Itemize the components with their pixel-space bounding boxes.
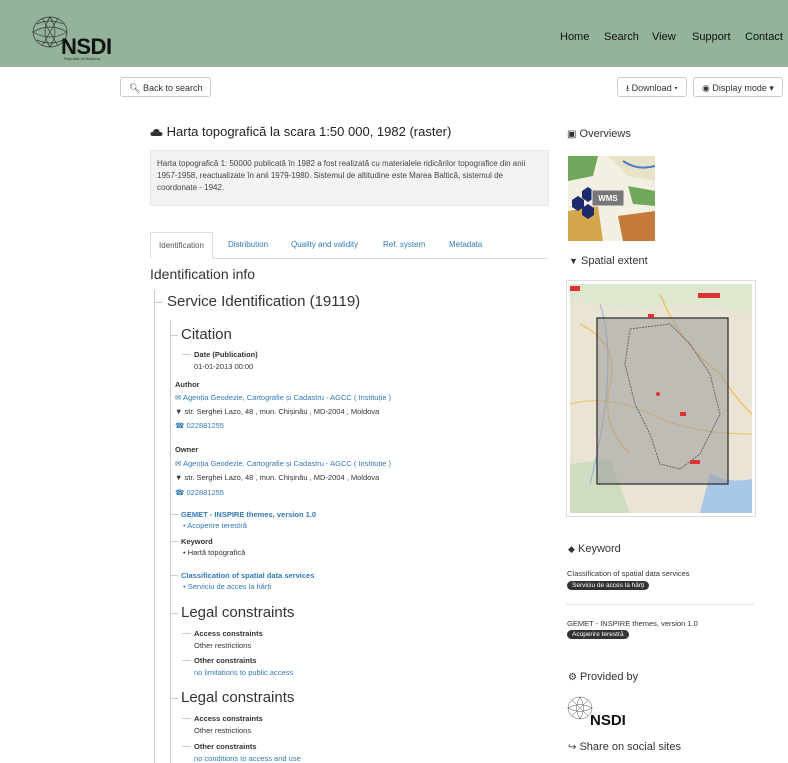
tab-distribution[interactable]: Distribution bbox=[228, 232, 268, 258]
kw-gemet-label: GEMET - INSPIRE themes, version 1.0 bbox=[567, 619, 698, 628]
nav-contact[interactable]: Contact bbox=[745, 31, 783, 43]
owner-org-link[interactable]: ✉ Agenția Geodezie, Cartografie și Cadas… bbox=[175, 459, 391, 468]
download-icon: ⭳ bbox=[626, 83, 630, 93]
nav-home[interactable]: Home bbox=[560, 31, 589, 43]
tab-bar: Identification Distribution Quality and … bbox=[150, 232, 548, 259]
tab-ref-system[interactable]: Ref. system bbox=[383, 232, 425, 258]
kw-classification-badge[interactable]: Serviciu de acces la hărți bbox=[567, 581, 650, 590]
owner-label: Owner bbox=[175, 445, 199, 454]
owner-address: ▼ str. Serghei Lazo, 48 , mun. Chișinău … bbox=[175, 473, 380, 482]
kw-gemet-badge[interactable]: Acoperire terestră bbox=[567, 630, 629, 639]
logo-subtitle: Republic of Moldova bbox=[64, 56, 101, 61]
tree-branch bbox=[170, 575, 178, 576]
citation-heading: Citation bbox=[181, 326, 232, 343]
spatial-extent-heading: ▼ Spatial extent bbox=[569, 255, 648, 267]
tree-line bbox=[154, 290, 155, 763]
envelope-icon: ✉ bbox=[175, 459, 182, 468]
image-icon: ▣ bbox=[567, 129, 577, 140]
date-label: Date (Publication) bbox=[194, 350, 258, 359]
nav-support[interactable]: Support bbox=[692, 31, 731, 43]
kw-classification-label: Classification of spatial data services bbox=[567, 569, 690, 578]
tab-identification[interactable]: Identification bbox=[150, 232, 213, 259]
author-label: Author bbox=[175, 380, 200, 389]
top-navbar: NSDI Republic of Moldova Home Search Vie… bbox=[0, 0, 788, 67]
keyword-item: • Hartă topografică bbox=[183, 548, 246, 557]
search-icon: 🔍︎ bbox=[129, 83, 141, 93]
map-marker-icon: ▼ bbox=[175, 407, 183, 416]
tree-branch bbox=[182, 660, 191, 661]
gear-icon: ⚙ bbox=[568, 672, 577, 683]
gemet-thesaurus-link[interactable]: GEMET - INSPIRE themes, version 1.0 bbox=[181, 510, 316, 519]
service-identification-heading: Service Identification (19119) bbox=[167, 293, 361, 310]
other-constraints-label: Other constraints bbox=[194, 742, 257, 751]
author-address: ▼ str. Serghei Lazo, 48 , mun. Chișinău … bbox=[175, 407, 380, 416]
record-title: Harta topografică la scara 1:50 000, 198… bbox=[150, 124, 451, 139]
access-constraints-value: Other restrictions bbox=[194, 641, 252, 650]
display-mode-button[interactable]: ◉ Display mode ▾ bbox=[693, 77, 783, 97]
map-marker-icon: ▼ bbox=[569, 256, 578, 266]
tab-metadata[interactable]: Metadata bbox=[449, 232, 482, 258]
share-icon: ↪ bbox=[568, 742, 577, 753]
tree-branch bbox=[182, 633, 191, 634]
tree-branch bbox=[170, 541, 178, 542]
tab-quality[interactable]: Quality and validity bbox=[291, 232, 358, 258]
nav-search[interactable]: Search bbox=[604, 31, 639, 43]
tree-branch bbox=[170, 514, 178, 515]
nav-view[interactable]: View bbox=[652, 31, 676, 43]
caret-down-icon: ▾ bbox=[769, 83, 774, 93]
legal-constraints-heading: Legal constraints bbox=[181, 689, 295, 706]
envelope-icon: ✉ bbox=[175, 393, 182, 402]
spatial-extent-map-frame[interactable] bbox=[566, 280, 756, 517]
classification-keyword-link[interactable]: • Serviciu de acces la hărți bbox=[183, 582, 271, 591]
tree-branch bbox=[182, 354, 191, 355]
overview-thumbnail[interactable]: WMS bbox=[568, 156, 655, 241]
caret-down-icon: ▾ bbox=[674, 83, 678, 93]
phone-icon: ☎ bbox=[175, 421, 185, 430]
author-phone-link[interactable]: ☎ 022881255 bbox=[175, 421, 224, 430]
owner-phone-link[interactable]: ☎ 022881255 bbox=[175, 488, 224, 497]
phone-icon: ☎ bbox=[175, 488, 185, 497]
date-value: 01-01-2013 00:00 bbox=[194, 362, 254, 371]
cloud-icon bbox=[150, 128, 163, 136]
share-heading: ↪ Share on social sites bbox=[568, 741, 681, 753]
access-constraints-label: Access constraints bbox=[194, 629, 263, 638]
classification-link[interactable]: Classification of spatial data services bbox=[181, 571, 314, 580]
overviews-heading: ▣ Overviews bbox=[567, 128, 631, 140]
other-constraints-link[interactable]: no conditions to access and use bbox=[194, 754, 301, 763]
spatial-extent-map[interactable] bbox=[570, 284, 752, 513]
access-constraints-label: Access constraints bbox=[194, 714, 263, 723]
tree-branch bbox=[170, 335, 178, 336]
divider bbox=[566, 604, 754, 605]
keyword-heading: ◆ Keyword bbox=[568, 543, 621, 555]
legal-constraints-heading: Legal constraints bbox=[181, 604, 295, 621]
keyword-label: Keyword bbox=[181, 537, 213, 546]
identification-heading: Identification info bbox=[150, 266, 256, 282]
gemet-keyword-link[interactable]: • Acoperire terestră bbox=[183, 521, 247, 530]
tree-branch bbox=[170, 613, 178, 614]
record-abstract: Harta topografică 1: 50000 publicată în … bbox=[150, 150, 549, 206]
map-marker-icon: ▼ bbox=[175, 473, 183, 482]
provider-logo-text[interactable]: NSDI bbox=[590, 712, 626, 729]
back-to-search-button[interactable]: 🔍︎ Back to search bbox=[120, 77, 212, 97]
tag-icon: ◆ bbox=[568, 544, 575, 554]
other-constraints-label: Other constraints bbox=[194, 656, 257, 665]
tree-branch bbox=[154, 302, 163, 303]
access-constraints-value: Other restrictions bbox=[194, 726, 252, 735]
wms-label: WMS bbox=[598, 194, 618, 203]
eye-icon: ◉ bbox=[702, 83, 710, 93]
tree-branch bbox=[182, 718, 191, 719]
other-constraints-link[interactable]: no limitations to public access bbox=[194, 668, 293, 677]
tree-branch bbox=[170, 698, 178, 699]
download-button[interactable]: ⭳ Download ▾ bbox=[617, 77, 687, 97]
tree-branch bbox=[182, 746, 191, 747]
author-org-link[interactable]: ✉ Agenția Geodezie, Cartografie și Cadas… bbox=[175, 393, 391, 402]
provided-by-heading: ⚙ Provided by bbox=[568, 671, 639, 683]
